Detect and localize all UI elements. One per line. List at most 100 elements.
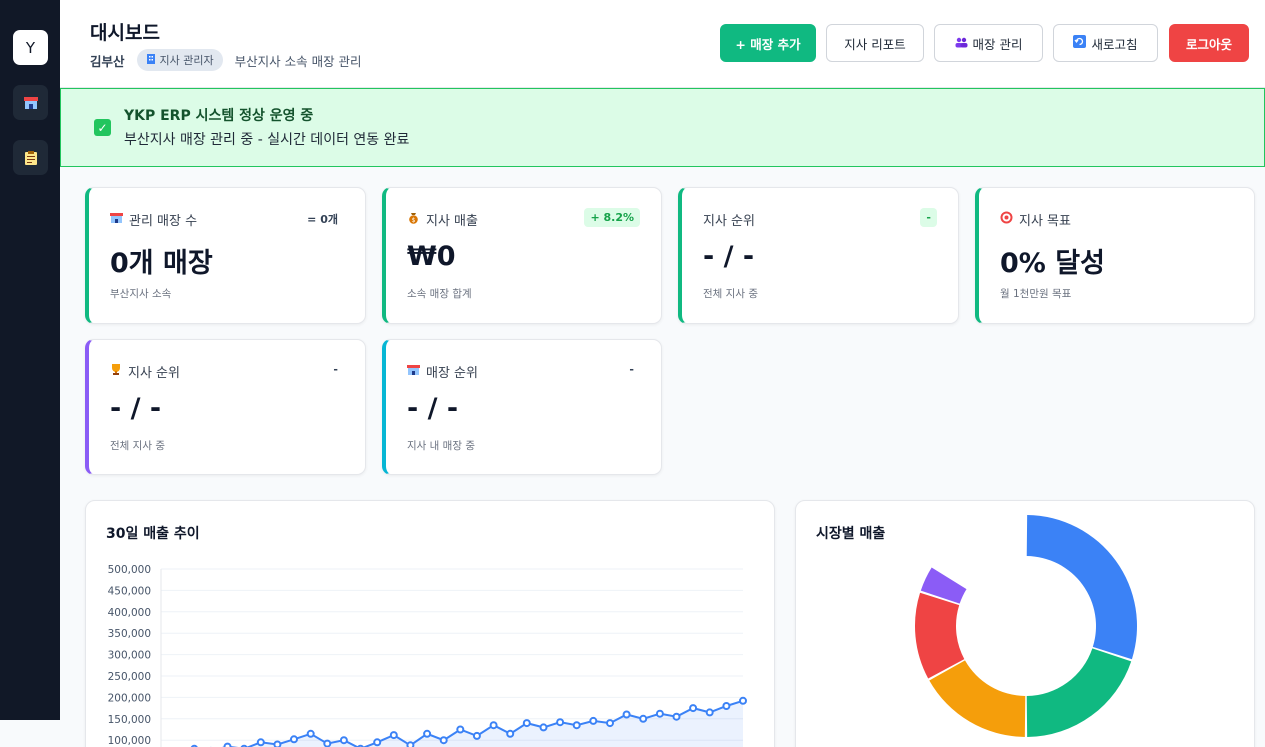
logout-button[interactable]: 로그아웃 — [1169, 24, 1249, 62]
y-tick-label: 450,000 — [108, 585, 151, 597]
data-point[interactable] — [273, 740, 282, 747]
data-point[interactable] — [306, 729, 315, 738]
card-badge: + 8.2% — [584, 208, 640, 227]
add-store-button[interactable]: + 매장 추가 — [720, 24, 816, 62]
user-name: 김부산 — [90, 53, 125, 69]
data-point[interactable] — [256, 738, 265, 747]
data-point[interactable] — [522, 719, 531, 728]
role-badge: 지사 관리자 — [136, 49, 223, 71]
data-point[interactable] — [556, 718, 565, 727]
card-label: 지사 매출 — [426, 214, 478, 229]
data-point[interactable] — [739, 696, 747, 705]
y-tick-label: 100,000 — [108, 735, 151, 747]
card-badge: - — [920, 208, 937, 227]
pie-slice[interactable] — [1026, 648, 1132, 737]
banner-message: 부산지사 매장 관리 중 - 실시간 데이터 연동 완료 — [124, 132, 410, 148]
trophy-icon — [110, 363, 122, 380]
data-point[interactable] — [705, 708, 714, 717]
card-branch-rank-2: 지사 순위 - - / - 전체 지사 중 — [85, 339, 366, 475]
y-tick-label: 350,000 — [108, 628, 151, 640]
y-tick-label: 150,000 — [108, 714, 151, 726]
card-value: 0개 매장 — [110, 248, 213, 279]
data-point[interactable] — [639, 714, 648, 723]
data-point[interactable] — [572, 721, 581, 730]
card-label: 매장 순위 — [426, 366, 478, 381]
data-point[interactable] — [339, 736, 348, 745]
money-bag-icon: $ — [407, 211, 420, 228]
refresh-button[interactable]: 새로고침 — [1053, 24, 1158, 62]
card-value: - / - — [110, 393, 162, 424]
card-store-rank: 매장 순위 - - / - 지사 내 매장 중 — [382, 339, 662, 475]
store-manage-button[interactable]: 매장 관리 — [934, 24, 1043, 62]
y-tick-label: 500,000 — [108, 564, 151, 576]
data-point[interactable] — [439, 736, 448, 745]
card-label: 지사 순위 — [703, 214, 755, 229]
store-icon[interactable] — [13, 85, 48, 120]
card-footer: 전체 지사 중 — [703, 288, 758, 300]
card-footer: 부산지사 소속 — [110, 288, 172, 300]
card-footer: 전체 지사 중 — [110, 440, 165, 452]
card-badge: - — [629, 363, 634, 376]
card-branch-goal: 지사 목표 0% 달성 월 1천만원 목표 — [975, 187, 1255, 324]
data-point[interactable] — [622, 710, 631, 719]
target-icon — [1000, 211, 1013, 228]
data-point[interactable] — [655, 709, 664, 718]
card-value: - / - — [407, 393, 459, 424]
data-point[interactable] — [606, 719, 614, 728]
data-point[interactable] — [672, 712, 681, 721]
clipboard-icon[interactable] — [13, 140, 48, 175]
store-icon — [110, 212, 123, 228]
store-icon — [407, 364, 420, 380]
card-value: ₩0 — [407, 241, 456, 272]
users-icon — [955, 36, 968, 51]
market-sales-panel: 시장별 매출 — [795, 500, 1255, 747]
card-label: 지사 순위 — [128, 366, 180, 381]
data-point[interactable] — [589, 716, 598, 725]
data-point[interactable] — [472, 731, 481, 740]
page-title: 대시보드 — [90, 22, 160, 44]
data-point[interactable] — [689, 704, 698, 713]
card-value: - / - — [703, 241, 755, 272]
card-managed-stores: 관리 매장 수 = 0개 0개 매장 부산지사 소속 — [85, 187, 366, 324]
y-tick-label: 300,000 — [108, 650, 151, 662]
pie-slice[interactable] — [929, 660, 1026, 737]
app-logo[interactable]: Y — [13, 30, 48, 65]
card-label: 관리 매장 수 — [129, 214, 198, 229]
data-point[interactable] — [722, 702, 731, 710]
data-point[interactable] — [290, 735, 298, 744]
building-icon — [146, 53, 156, 67]
card-branch-sales: $ 지사 매출 + 8.2% ₩0 소속 매장 합계 — [382, 187, 662, 324]
data-point[interactable] — [539, 723, 548, 732]
role-label: 지사 관리자 — [159, 54, 214, 67]
card-branch-rank: 지사 순위 - - / - 전체 지사 중 — [678, 187, 959, 324]
sales-trend-panel: 30일 매출 추이 500,000 450,000 400,000 350,000 30… — [85, 500, 775, 747]
data-point[interactable] — [373, 738, 382, 747]
header: 대시보드 김부산 지사 관리자 부산지사 소속 매장 관리 + 매장 추가 지사… — [60, 0, 1265, 88]
card-footer: 지사 내 매장 중 — [407, 440, 475, 452]
user-info: 김부산 지사 관리자 부산지사 소속 매장 관리 — [90, 49, 362, 71]
branch-report-button[interactable]: 지사 리포트 — [826, 24, 924, 62]
svg-text:$: $ — [412, 217, 416, 224]
data-point[interactable] — [323, 739, 332, 747]
data-point[interactable] — [223, 742, 232, 747]
y-tick-label: 250,000 — [108, 671, 151, 683]
refresh-icon — [1073, 35, 1087, 51]
market-sales-chart — [915, 515, 1137, 737]
card-footer: 소속 매장 합계 — [407, 288, 472, 300]
data-point[interactable] — [406, 741, 415, 747]
refresh-label: 새로고침 — [1091, 36, 1138, 52]
check-icon: ✓ — [94, 119, 111, 136]
data-point[interactable] — [489, 721, 498, 730]
card-badge: = 0개 — [307, 213, 338, 226]
banner-title: YKP ERP 시스템 정상 운영 중 — [124, 108, 314, 124]
sidebar: Y — [0, 0, 60, 720]
data-point[interactable] — [423, 729, 432, 738]
data-point[interactable] — [389, 731, 398, 740]
store-manage-label: 매장 관리 — [972, 36, 1023, 52]
y-tick-label: 200,000 — [108, 692, 151, 704]
data-point[interactable] — [456, 725, 465, 734]
pie-slice[interactable] — [1026, 515, 1137, 660]
card-footer: 월 1천만원 목표 — [1000, 288, 1072, 300]
sales-trend-chart: 500,000 450,000 400,000 350,000 300,000 250,0… — [108, 564, 747, 747]
data-point[interactable] — [506, 729, 515, 738]
